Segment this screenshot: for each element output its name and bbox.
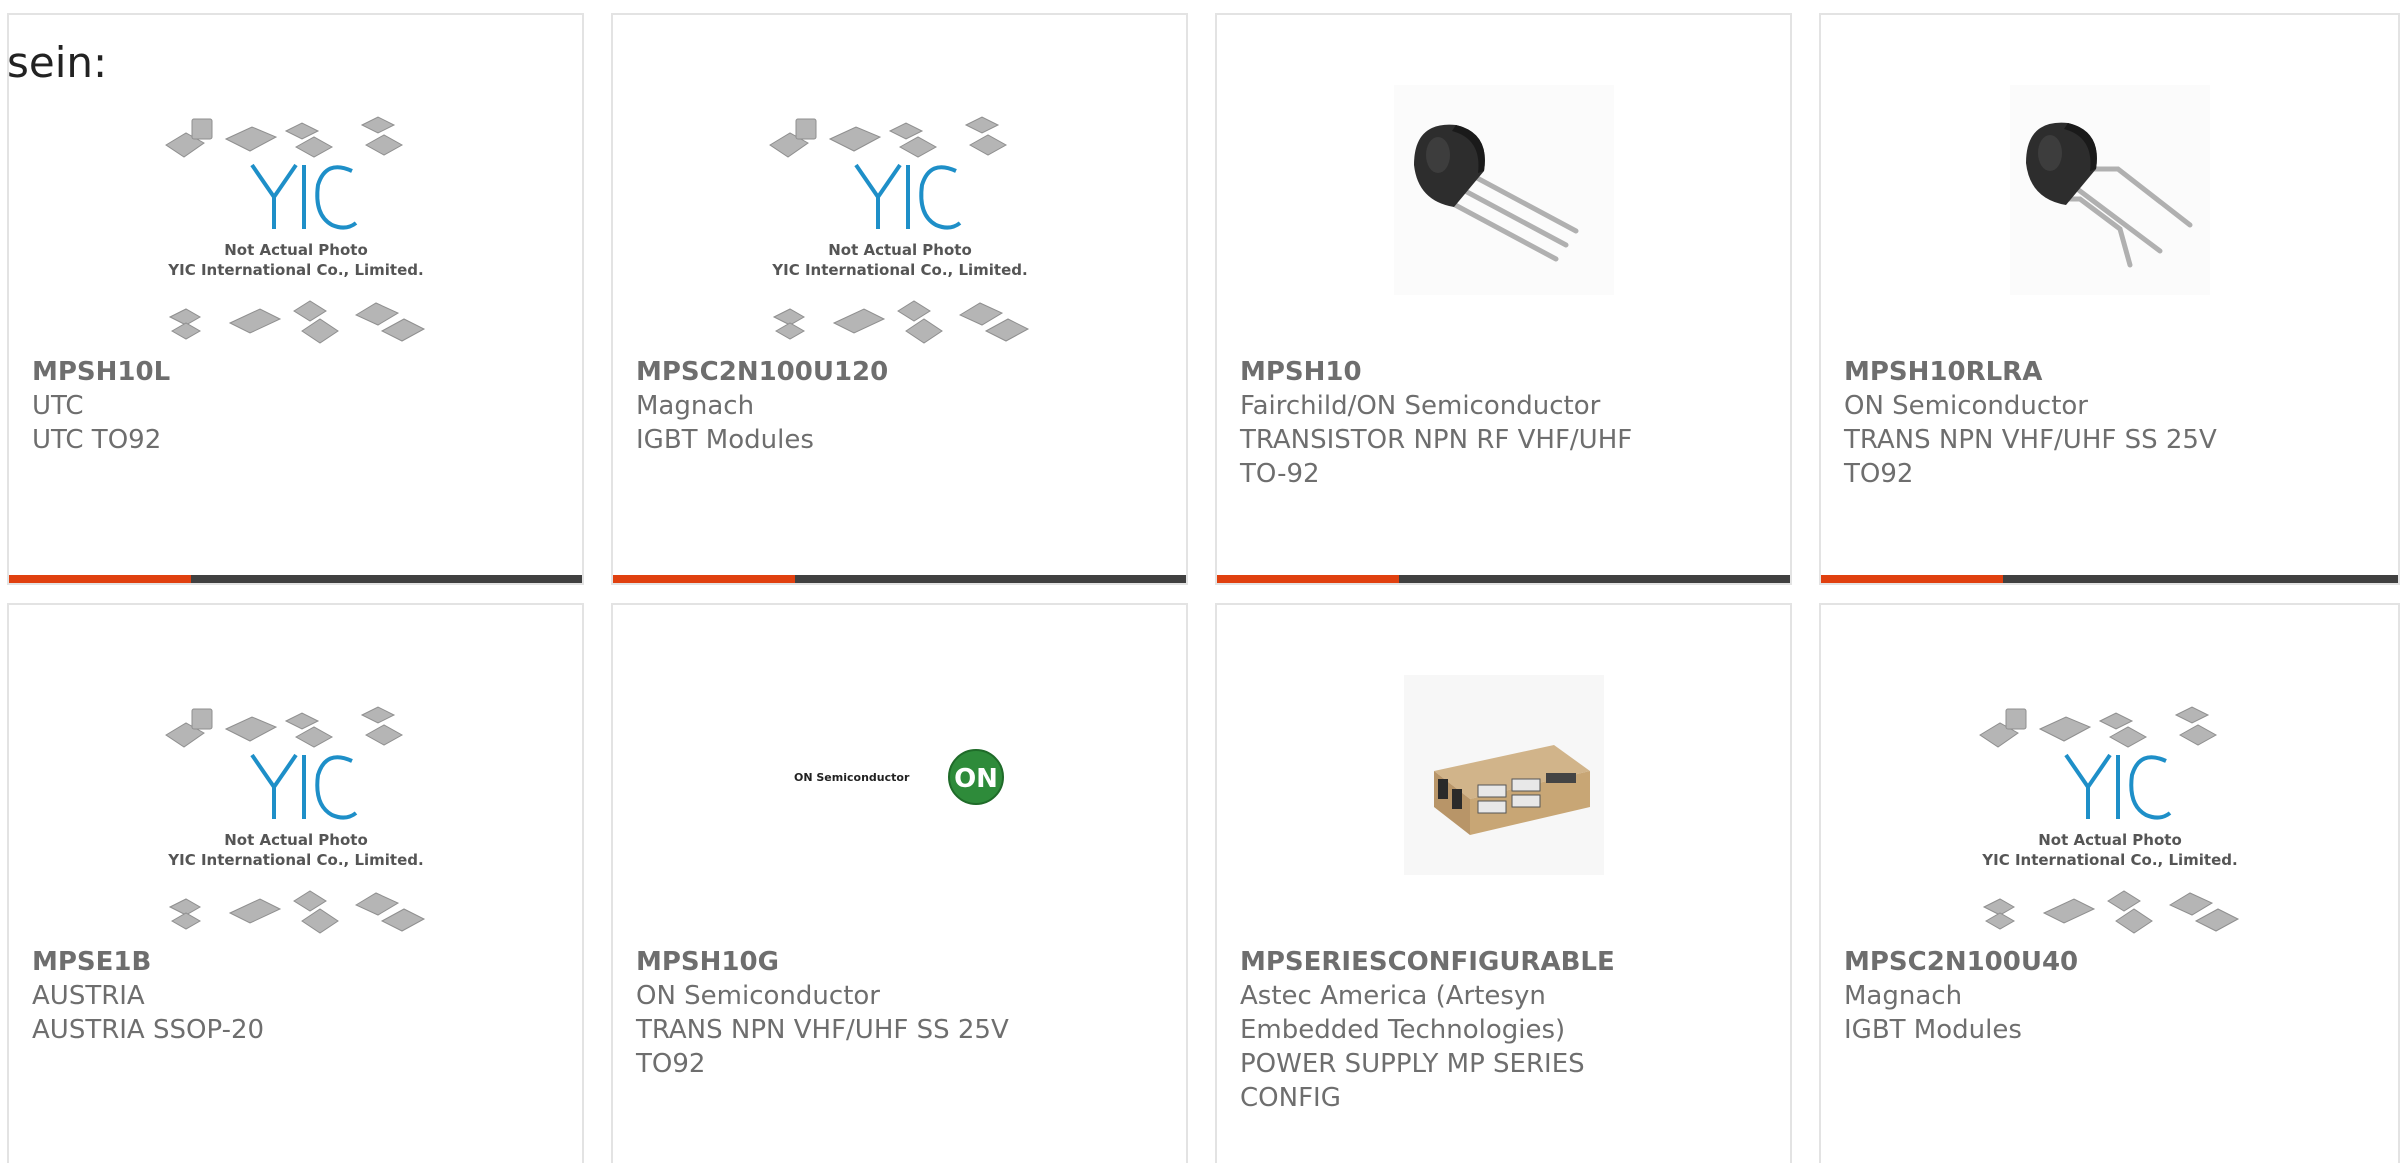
product-info: MPSH10L UTC UTC TO92 (32, 355, 562, 457)
svg-text:Not Actual Photo: Not Actual Photo (2038, 831, 2182, 849)
svg-text:YIC International Co., Limited: YIC International Co., Limited. (771, 261, 1027, 279)
card-bottom-bar (613, 575, 1186, 583)
product-card[interactable]: MPSH10 Fairchild/ON Semiconductor TRANSI… (1215, 13, 1792, 585)
yic-placeholder-icon: Not Actual Photo YIC International Co., … (164, 116, 425, 344)
manufacturer: Magnach (636, 391, 755, 421)
product-grid-page: sein: Not Actual Photo YIC International… (0, 0, 2400, 1163)
product-image: Not Actual Photo YIC International Co., … (9, 695, 582, 965)
yic-placeholder-icon: Not Actual Photo YIC International Co., … (164, 706, 425, 934)
part-number[interactable]: MPSC2N100U40 (1844, 945, 2378, 979)
svg-text:YIC International Co., Limited: YIC International Co., Limited. (1981, 851, 2237, 869)
product-info: MPSH10RLRA ON Semiconductor TRANS NPN VH… (1844, 355, 2378, 491)
product-image (1217, 85, 1790, 355)
power-supply-icon (1403, 675, 1604, 875)
product-card[interactable]: Not Actual Photo YIC International Co., … (611, 13, 1188, 585)
description: TRANSISTOR NPN RF VHF/UHF TO-92 (1240, 425, 1633, 489)
description: TRANS NPN VHF/UHF SS 25V TO92 (1844, 425, 2217, 489)
svg-text:YIC International Co., Limited: YIC International Co., Limited. (167, 261, 423, 279)
card-accent-bar (1821, 575, 2003, 583)
product-card[interactable]: MPSERIESCONFIGURABLE Astec America (Arte… (1215, 603, 1792, 1163)
transistor-icon (2009, 85, 2210, 295)
part-number[interactable]: MPSH10L (32, 355, 562, 389)
description: IGBT Modules (1844, 1015, 2022, 1045)
manufacturer: Fairchild/ON Semiconductor (1240, 391, 1601, 421)
svg-text:Not Actual Photo: Not Actual Photo (224, 831, 368, 849)
description: UTC TO92 (32, 425, 162, 455)
card-bottom-bar (9, 575, 582, 583)
product-info: MPSC2N100U40 Magnach IGBT Modules (1844, 945, 2378, 1047)
description: POWER SUPPLY MP SERIES CONFIG (1240, 1049, 1585, 1113)
product-info: MPSE1B AUSTRIA AUSTRIA SSOP-20 (32, 945, 562, 1047)
product-image (1821, 85, 2398, 355)
manufacturer: Astec America (Artesyn Embedded Technolo… (1240, 981, 1566, 1045)
intro-text: sein: (7, 38, 108, 87)
manufacturer: ON Semiconductor (1844, 391, 2088, 421)
card-bottom-bar (1217, 575, 1790, 583)
manufacturer: Magnach (1844, 981, 1963, 1011)
product-image: Not Actual Photo YIC International Co., … (1821, 695, 2398, 965)
card-accent-bar (613, 575, 795, 583)
description: AUSTRIA SSOP-20 (32, 1015, 265, 1045)
card-bottom-bar (1821, 575, 2398, 583)
product-card[interactable]: Not Actual Photo YIC International Co., … (7, 13, 584, 585)
part-number[interactable]: MPSERIESCONFIGURABLE (1240, 945, 1770, 979)
product-image: Not Actual Photo YIC International Co., … (613, 105, 1186, 375)
product-info: MPSH10 Fairchild/ON Semiconductor TRANSI… (1240, 355, 1770, 491)
description: IGBT Modules (636, 425, 814, 455)
svg-text:Not Actual Photo: Not Actual Photo (224, 241, 368, 259)
product-info: MPSERIESCONFIGURABLE Astec America (Arte… (1240, 945, 1770, 1115)
part-number[interactable]: MPSH10G (636, 945, 1166, 979)
part-number[interactable]: MPSC2N100U120 (636, 355, 1166, 389)
product-card[interactable]: ON Semiconductor ON MPSH10G ON Semicondu… (611, 603, 1188, 1163)
transistor-icon (1393, 85, 1614, 295)
product-info: MPSC2N100U120 Magnach IGBT Modules (636, 355, 1166, 457)
product-image: Not Actual Photo YIC International Co., … (9, 105, 582, 375)
on-semi-logo-icon: ON Semiconductor ON (794, 749, 1004, 805)
description: TRANS NPN VHF/UHF SS 25V TO92 (636, 1015, 1009, 1079)
manufacturer: ON Semiconductor (636, 981, 880, 1011)
manufacturer: UTC (32, 391, 84, 421)
product-card[interactable]: Not Actual Photo YIC International Co., … (7, 603, 584, 1163)
manufacturer: AUSTRIA (32, 981, 145, 1011)
product-info: MPSH10G ON Semiconductor TRANS NPN VHF/U… (636, 945, 1166, 1081)
product-card[interactable]: MPSH10RLRA ON Semiconductor TRANS NPN VH… (1819, 13, 2400, 585)
part-number[interactable]: MPSH10RLRA (1844, 355, 2378, 389)
yic-placeholder-icon: Not Actual Photo YIC International Co., … (1978, 706, 2239, 934)
svg-text:Not Actual Photo: Not Actual Photo (828, 241, 972, 259)
svg-text:YIC International Co., Limited: YIC International Co., Limited. (167, 851, 423, 869)
part-number[interactable]: MPSE1B (32, 945, 562, 979)
svg-text:ON Semiconductor: ON Semiconductor (794, 771, 910, 784)
product-image (1217, 675, 1790, 945)
svg-text:ON: ON (954, 764, 998, 794)
product-card[interactable]: Not Actual Photo YIC International Co., … (1819, 603, 2400, 1163)
yic-placeholder-icon: Not Actual Photo YIC International Co., … (768, 116, 1029, 344)
card-accent-bar (1217, 575, 1399, 583)
part-number[interactable]: MPSH10 (1240, 355, 1770, 389)
card-accent-bar (9, 575, 191, 583)
product-grid: Not Actual Photo YIC International Co., … (0, 0, 2400, 1163)
